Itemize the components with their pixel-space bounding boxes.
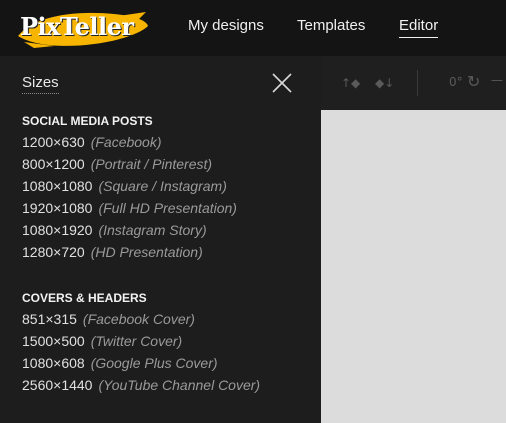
size-option[interactable]: 1920×1080 (Full HD Presentation) [22,200,237,216]
size-description: (Facebook) [90,134,162,150]
toolbar-more-icon[interactable]: — [491,73,503,87]
size-dimensions: 1080×608 [22,355,85,371]
size-option[interactable]: 2560×1440 (YouTube Channel Cover) [22,377,260,393]
rotate-icon[interactable]: ↻ [467,72,480,91]
editor-toolbar: ↑◆ ◆↓ 0° ↻ — [321,56,506,110]
size-dimensions: 2560×1440 [22,377,93,393]
size-dimensions: 800×1200 [22,156,85,172]
logo-text: PixTeller [20,12,134,41]
size-option[interactable]: 1200×630 (Facebook) [22,134,162,150]
size-dimensions: 1500×500 [22,333,85,349]
sizes-panel: Sizes SOCIAL MEDIA POSTS 1200×630 (Facebo… [0,56,321,423]
size-option[interactable]: 800×1200 (Portrait / Pinterest) [22,156,212,172]
size-option[interactable]: 1080×608 (Google Plus Cover) [22,355,218,371]
size-option[interactable]: 1080×1920 (Instagram Story) [22,222,207,238]
size-description: (Facebook Cover) [82,311,195,327]
close-icon[interactable] [271,72,293,94]
size-option[interactable]: 1280×720 (HD Presentation) [22,244,203,260]
size-dimensions: 1080×1920 [22,222,93,238]
section-heading-covers: COVERS & HEADERS [22,291,147,305]
section-heading-social: SOCIAL MEDIA POSTS [22,114,153,128]
size-dimensions: 851×315 [22,311,77,327]
bring-forward-icon[interactable]: ↑◆ [341,76,360,90]
size-option[interactable]: 1080×1080 (Square / Instagram) [22,178,227,194]
size-description: (YouTube Channel Cover) [98,377,261,393]
size-description: (Google Plus Cover) [90,355,218,371]
size-option[interactable]: 851×315 (Facebook Cover) [22,311,195,327]
pixteller-logo[interactable]: PixTeller [14,6,150,50]
size-dimensions: 1920×1080 [22,200,93,216]
size-description: (HD Presentation) [90,244,203,260]
size-description: (Twitter Cover) [90,333,183,349]
panel-title: Sizes [22,74,59,94]
rotation-value: 0° [449,75,463,89]
size-description: (Square / Instagram) [98,178,227,194]
send-backward-icon[interactable]: ◆↓ [375,76,394,90]
size-dimensions: 1200×630 [22,134,85,150]
size-description: (Full HD Presentation) [98,200,237,216]
nav-editor[interactable]: Editor [399,17,439,38]
size-option[interactable]: 1500×500 (Twitter Cover) [22,333,182,349]
nav-templates[interactable]: Templates [297,17,365,34]
toolbar-divider [417,70,418,96]
nav-my-designs[interactable]: My designs [188,17,264,34]
size-description: (Portrait / Pinterest) [90,156,213,172]
size-description: (Instagram Story) [98,222,207,238]
size-dimensions: 1080×1080 [22,178,93,194]
top-navigation-bar: PixTeller My designs Templates Editor [0,0,506,56]
size-dimensions: 1280×720 [22,244,85,260]
editor-canvas[interactable] [321,110,506,423]
